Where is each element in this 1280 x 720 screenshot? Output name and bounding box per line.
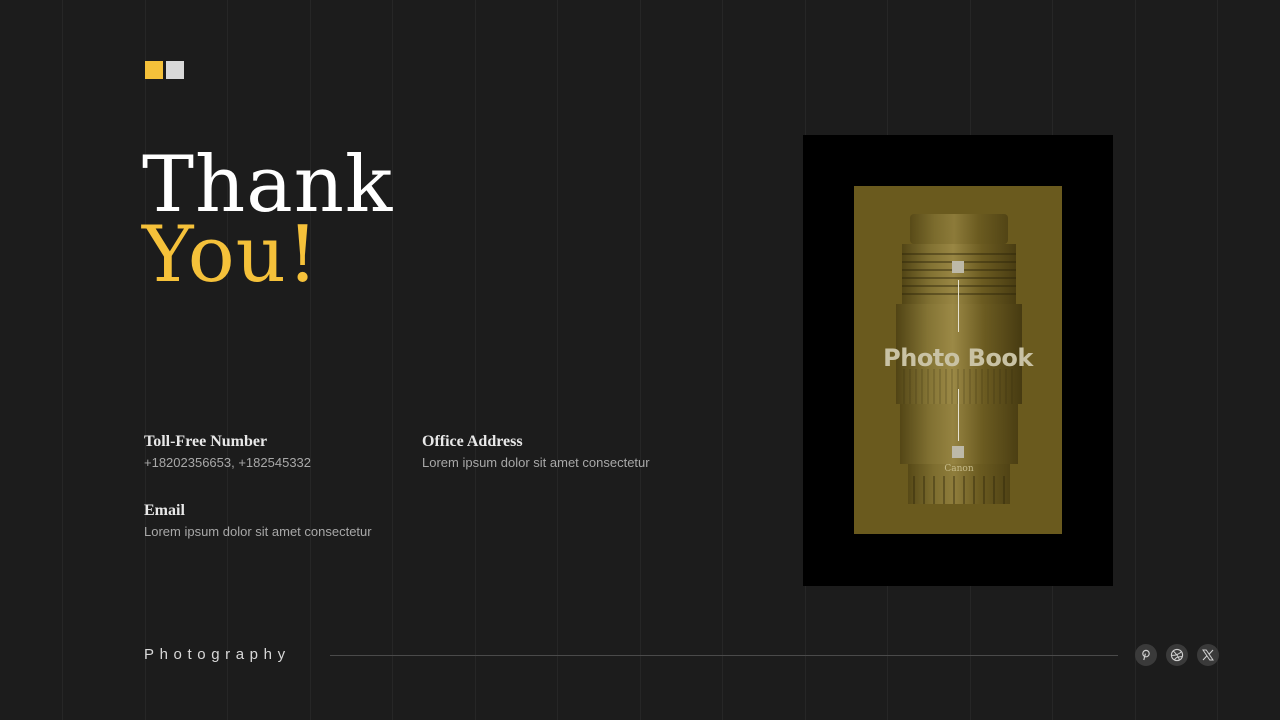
grid-line: [227, 0, 228, 720]
slide: Thank You! Toll-Free Number +18202356653…: [0, 0, 1280, 720]
dribbble-icon[interactable]: [1166, 644, 1188, 666]
grid-line: [1135, 0, 1136, 720]
photo-book-image: Canon Photo Book: [854, 186, 1062, 534]
grid-line: [475, 0, 476, 720]
grid-line: [310, 0, 311, 720]
grid-line: [557, 0, 558, 720]
office-address-block: Office Address Lorem ipsum dolor sit ame…: [422, 432, 650, 472]
grid-line: [145, 0, 146, 720]
footer-brand: Photography: [144, 646, 291, 663]
grid-line: [640, 0, 641, 720]
footer-divider: [330, 655, 1118, 656]
marker-square-bottom: [952, 446, 964, 458]
grid-line: [62, 0, 63, 720]
toll-free-block: Toll-Free Number +18202356653, +18254533…: [144, 432, 311, 472]
x-icon[interactable]: [1197, 644, 1219, 666]
decorative-squares: [145, 61, 184, 79]
office-address-value: Lorem ipsum dolor sit amet consectetur: [422, 455, 650, 470]
email-label: Email: [144, 502, 185, 519]
dribbble-glyph: [1170, 648, 1184, 662]
page-title: Thank You!: [142, 146, 393, 300]
light-square: [166, 61, 184, 79]
title-line-2: You!: [142, 210, 320, 300]
pinterest-glyph: [1142, 649, 1150, 661]
toll-free-label: Toll-Free Number: [144, 433, 268, 450]
toll-free-value: +18202356653, +182545332: [144, 455, 312, 470]
pinterest-icon[interactable]: [1135, 644, 1157, 666]
grid-line: [1217, 0, 1218, 720]
accent-square: [145, 61, 163, 79]
photo-frame: Canon Photo Book: [803, 135, 1113, 586]
office-address-label: Office Address: [422, 433, 523, 450]
grid-line: [722, 0, 723, 720]
email-block: Email Lorem ipsum dolor sit amet consect…: [144, 501, 372, 541]
marker-line-bottom: [958, 389, 959, 441]
grid-line: [392, 0, 393, 720]
x-glyph: [1202, 649, 1214, 661]
lens-brand-text: Canon: [944, 464, 973, 474]
email-value: Lorem ipsum dolor sit amet consectetur: [144, 524, 372, 539]
marker-square-top: [952, 261, 964, 273]
marker-line-top: [958, 280, 959, 332]
photo-book-caption: Photo Book: [883, 344, 1033, 372]
